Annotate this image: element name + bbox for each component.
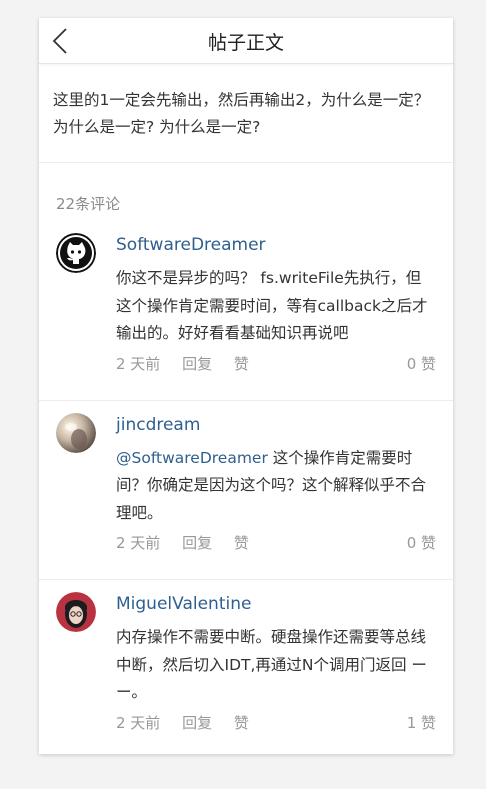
comment-item: jincdream @SoftwareDreamer 这个操作肯定需要时间？你确… xyxy=(39,401,453,580)
comment-count: 22条评论 xyxy=(56,195,121,213)
reply-button[interactable]: 回复 xyxy=(182,355,212,373)
comment-item: SoftwareDreamer 你这不是异步的吗？ fs.writeFile先执… xyxy=(39,221,453,401)
comment-item: MiguelValentine 内存操作不需要中断。硬盘操作还需要等总线中断，然… xyxy=(39,580,453,759)
like-button[interactable]: 赞 xyxy=(234,355,249,373)
avatar[interactable] xyxy=(56,412,96,453)
comment-text: @SoftwareDreamer 这个操作肯定需要时间？你确定是因为这个吗？这个… xyxy=(116,445,436,528)
comment-author[interactable]: MiguelValentine xyxy=(116,590,436,618)
like-count: 0 赞 xyxy=(406,354,436,373)
comment-time: 2 天前 xyxy=(116,713,161,732)
comment-meta: 2 天前 回复 赞 1 赞 xyxy=(116,707,436,759)
like-count: 0 赞 xyxy=(406,534,436,552)
avatar[interactable] xyxy=(56,233,96,273)
like-button[interactable]: 赞 xyxy=(234,714,249,732)
comment-meta: 2 天前 回复 赞 0 赞 xyxy=(116,527,436,579)
reply-button[interactable]: 回复 xyxy=(182,714,212,732)
comment-text: 你这不是异步的吗？ fs.writeFile先执行，但这个操作肯定需要时间，等有… xyxy=(116,265,436,348)
comment-text: 内存操作不需要中断。硬盘操作还需要等总线中断，然后切入IDT,再通过N个调用门返… xyxy=(116,624,436,707)
like-button[interactable]: 赞 xyxy=(234,534,249,552)
user-photo-avatar xyxy=(56,412,96,453)
comment-author[interactable]: SoftwareDreamer xyxy=(116,231,436,259)
avatar[interactable] xyxy=(56,592,96,632)
like-count: 1 赞 xyxy=(406,713,436,732)
comment-meta: 2 天前 回复 赞 0 赞 xyxy=(116,348,436,400)
comment-body: 你这不是异步的吗？ fs.writeFile先执行，但这个操作肯定需要时间，等有… xyxy=(116,269,428,342)
comment-time: 2 天前 xyxy=(116,354,161,373)
user-photo-avatar xyxy=(56,592,96,632)
page-title: 帖子正文 xyxy=(207,32,284,54)
post-card: 帖子正文 这里的1一定会先输出，然后再输出2，为什么是一定？ 为什么是一定? 为… xyxy=(39,18,453,754)
github-octocat-icon xyxy=(56,233,96,273)
comment-author[interactable]: jincdream xyxy=(116,411,436,439)
reply-button[interactable]: 回复 xyxy=(182,534,212,552)
top-bar: 帖子正文 xyxy=(39,18,453,64)
comment-body: 内存操作不需要中断。硬盘操作还需要等总线中断，然后切入IDT,再通过N个调用门返… xyxy=(116,628,427,701)
comment-time: 2 天前 xyxy=(116,534,161,552)
post-content: 这里的1一定会先输出，然后再输出2，为什么是一定？ 为什么是一定? 为什么是一定… xyxy=(39,64,453,163)
comment-mention[interactable]: @SoftwareDreamer xyxy=(116,449,268,467)
